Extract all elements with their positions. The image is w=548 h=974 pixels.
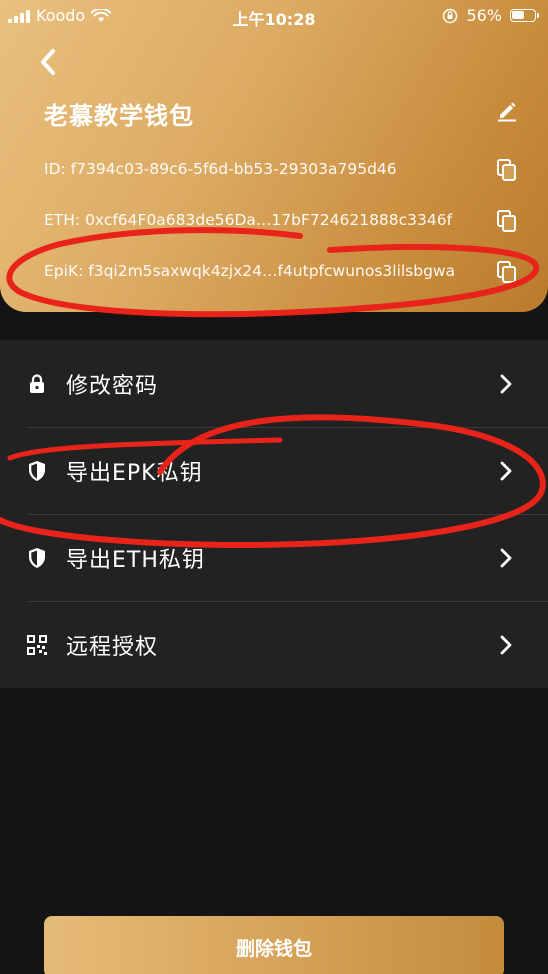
battery-fill bbox=[512, 11, 524, 19]
back-button[interactable] bbox=[30, 44, 66, 80]
wallet-header-card: Koodo 上午10:28 56% 老慕教学钱包 ID: f7394c03-89… bbox=[0, 0, 548, 312]
qr-code-icon bbox=[26, 634, 48, 656]
chevron-left-icon bbox=[41, 49, 55, 75]
menu-item-export-epk-key[interactable]: 导出EPK私钥 bbox=[0, 427, 548, 514]
wallet-name: 老慕教学钱包 bbox=[44, 102, 194, 130]
shield-icon bbox=[26, 547, 48, 569]
edit-pencil-icon bbox=[498, 102, 516, 122]
copy-id-icon[interactable] bbox=[496, 158, 518, 182]
epik-address: EpiK: f3qi2m5saxwqk4zjx24…f4utpfcwunos3l… bbox=[44, 262, 456, 280]
battery-icon bbox=[510, 9, 539, 22]
wallet-id: ID: f7394c03-89c6-5f6d-bb53-29303a795d46 bbox=[44, 160, 397, 178]
orientation-lock-icon bbox=[443, 8, 458, 23]
wallet-detail-screen: Koodo 上午10:28 56% 老慕教学钱包 ID: f7394c03-89… bbox=[0, 0, 548, 974]
menu-label: 修改密码 bbox=[66, 373, 159, 399]
delete-wallet-button[interactable]: 删除钱包 bbox=[44, 916, 504, 974]
battery-percent: 56% bbox=[466, 6, 502, 25]
chevron-right-icon bbox=[500, 374, 512, 393]
copy-epik-icon[interactable] bbox=[496, 260, 518, 284]
status-right: 56% bbox=[442, 6, 539, 25]
chevron-right-icon bbox=[500, 635, 512, 654]
lock-icon bbox=[26, 373, 48, 395]
menu-label: 导出ETH私钥 bbox=[66, 547, 205, 573]
shield-icon bbox=[26, 460, 48, 482]
eth-address: ETH: 0xcf64F0a683de56Da…17bF724621888c33… bbox=[44, 211, 453, 229]
menu-label: 远程授权 bbox=[66, 634, 159, 660]
settings-menu: 修改密码 导出EPK私钥 导出ETH私钥 远程授权 bbox=[0, 340, 548, 688]
status-bar: Koodo 上午10:28 56% bbox=[0, 0, 548, 32]
menu-item-export-eth-key[interactable]: 导出ETH私钥 bbox=[0, 514, 548, 601]
menu-item-remote-authorization[interactable]: 远程授权 bbox=[0, 601, 548, 688]
menu-item-change-password[interactable]: 修改密码 bbox=[0, 340, 548, 427]
chevron-right-icon bbox=[500, 461, 512, 480]
copy-eth-icon[interactable] bbox=[496, 209, 518, 233]
edit-name-button[interactable] bbox=[494, 98, 520, 124]
chevron-right-icon bbox=[500, 548, 512, 567]
menu-label: 导出EPK私钥 bbox=[66, 460, 203, 486]
